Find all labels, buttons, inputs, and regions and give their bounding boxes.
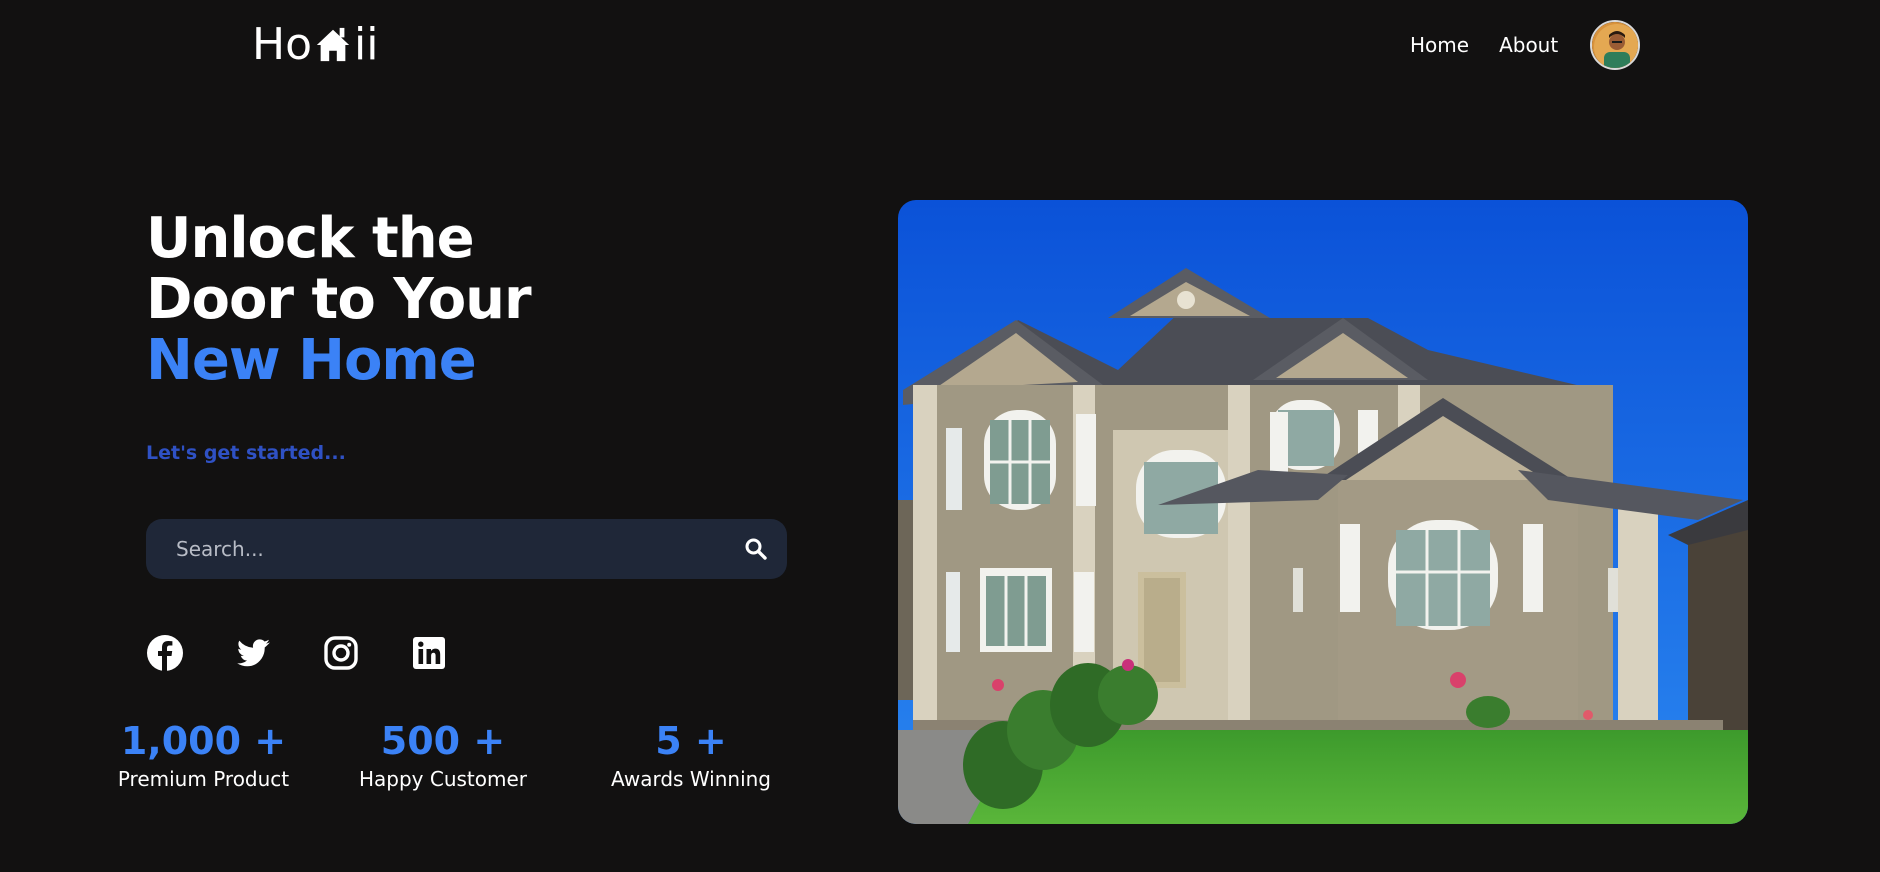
stats-section: 1,000 + Premium Product 500 + Happy Cust… xyxy=(96,718,786,798)
house-illustration xyxy=(898,200,1748,824)
brand-logo[interactable]: Ho ii xyxy=(252,22,378,68)
search-bar xyxy=(146,519,787,579)
facebook-icon[interactable] xyxy=(146,634,184,672)
brand-suffix: ii xyxy=(354,19,379,70)
stat-happy-customer: 500 + Happy Customer xyxy=(345,718,541,792)
avatar-image xyxy=(1592,22,1639,68)
main-nav: Home About xyxy=(1410,20,1641,70)
house-photo xyxy=(898,200,1748,824)
user-avatar[interactable] xyxy=(1590,20,1641,70)
stat-premium-product: 1,000 + Premium Product xyxy=(96,718,311,792)
linkedin-icon[interactable] xyxy=(410,634,448,672)
instagram-icon[interactable] xyxy=(322,634,360,672)
stat-label: Awards Winning xyxy=(611,767,771,791)
stat-value: 500 + xyxy=(380,719,506,763)
hero-heading-accent: New Home xyxy=(146,328,477,393)
nav-about-link[interactable]: About xyxy=(1499,33,1558,57)
hero-heading-line1: Unlock the xyxy=(146,206,475,271)
search-icon[interactable] xyxy=(743,536,769,562)
nav-home-link[interactable]: Home xyxy=(1410,33,1469,57)
house-icon xyxy=(316,27,350,62)
brand-prefix: Ho xyxy=(252,19,313,70)
search-input[interactable] xyxy=(176,537,743,561)
stat-value: 1,000 + xyxy=(120,719,287,763)
hero-heading-line2: Door to Your xyxy=(146,267,532,332)
social-links xyxy=(146,634,448,672)
stat-label: Premium Product xyxy=(117,767,290,791)
hero-heading: Unlock the Door to Your New Home xyxy=(146,206,532,393)
stat-value: 5 + xyxy=(655,719,727,763)
stat-label: Happy Customer xyxy=(358,767,528,791)
twitter-icon[interactable] xyxy=(234,634,272,672)
stat-awards-winning: 5 + Awards Winning xyxy=(596,718,786,792)
hero-tagline: Let's get started... xyxy=(146,442,346,464)
